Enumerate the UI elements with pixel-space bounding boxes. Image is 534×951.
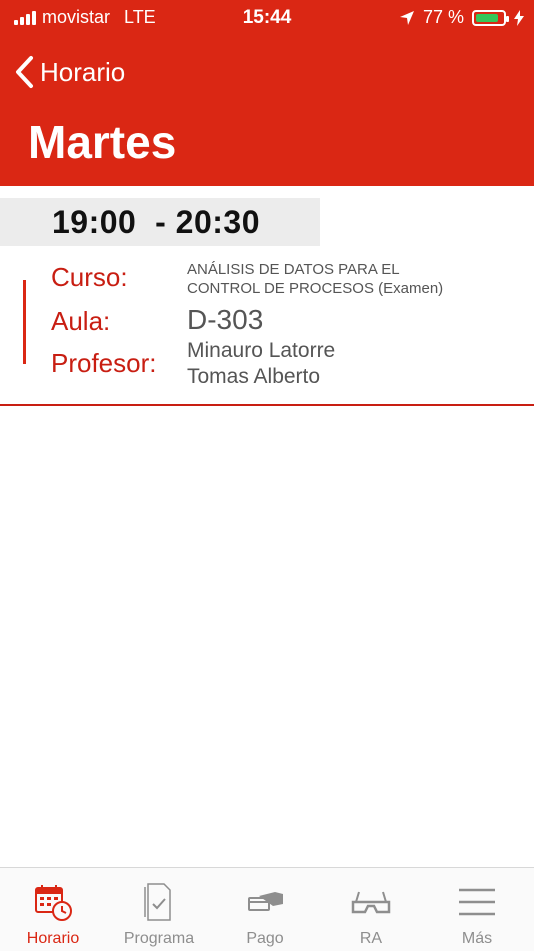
curso-line-1: ANÁLISIS DE DATOS PARA EL [187, 261, 400, 278]
accent-bar [23, 280, 26, 364]
menu-icon [459, 888, 495, 916]
aula-value: D-303 [187, 304, 264, 335]
start-time: 19:00 [52, 204, 137, 240]
aula-label: Aula: [51, 306, 111, 336]
tab-pago[interactable]: Pago [212, 868, 318, 951]
tab-bar: Horario Programa Pago RA Más [0, 867, 534, 951]
profesor-label: Profesor: [51, 348, 157, 378]
back-button[interactable]: Horario [14, 55, 125, 89]
curso-label: Curso: [51, 262, 128, 292]
profesor-line-2: Tomas Alberto [187, 365, 321, 388]
divider [0, 404, 534, 406]
tab-pago-label: Pago [246, 930, 284, 947]
time-range-text: 19:00 - 20:30 [52, 204, 260, 241]
battery-icon [472, 9, 509, 26]
chevron-left-icon [16, 56, 33, 88]
calendar-clock-icon [35, 885, 72, 921]
back-label: Horario [40, 56, 126, 87]
document-check-icon [144, 883, 171, 921]
charging-bolt-icon [514, 9, 524, 26]
status-bar: movistar LTE 15:44 77 % [0, 0, 534, 36]
tab-horario[interactable]: Horario [0, 868, 106, 951]
location-arrow-icon [399, 10, 414, 25]
curso-line-2: CONTROL DE PROCESOS (Examen) [187, 280, 444, 297]
tab-programa-label: Programa [123, 930, 195, 947]
battery-percent: 77 % [422, 7, 464, 27]
session-details: Curso: ANÁLISIS DE DATOS PARA EL CONTROL… [0, 256, 534, 404]
profesor-value: Minauro Latorre Tomas Alberto [187, 338, 335, 390]
page-title: Martes [28, 116, 177, 168]
tab-ra-label: RA [359, 930, 383, 947]
payment-hand-icon [248, 892, 283, 911]
tab-ra[interactable]: RA [318, 868, 424, 951]
curso-value: ANÁLISIS DE DATOS PARA EL CONTROL DE PRO… [187, 260, 443, 298]
tab-programa[interactable]: Programa [106, 868, 212, 951]
end-time: 20:30 [175, 204, 261, 240]
tab-horario-label: Horario [26, 930, 80, 947]
time-separator: - [155, 204, 167, 240]
status-right: 77 % [399, 7, 524, 28]
app-header: movistar LTE 15:44 77 % Horario Martes [0, 0, 534, 186]
ar-glasses-icon [351, 891, 391, 914]
tab-mas[interactable]: Más [424, 868, 530, 951]
time-range: 19:00 - 20:30 [0, 198, 320, 246]
profesor-line-1: Minauro Latorre [187, 339, 336, 362]
tab-mas-label: Más [461, 930, 493, 947]
